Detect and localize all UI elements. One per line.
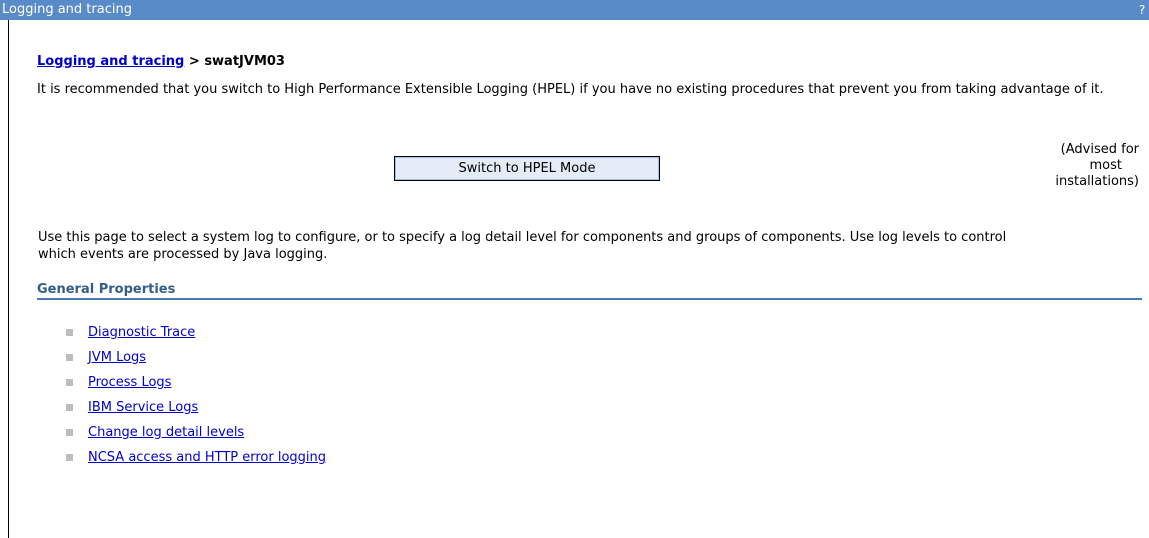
switch-to-hpel-button[interactable]: Switch to HPEL Mode <box>394 156 660 181</box>
advice-line-2: most <box>1089 158 1123 173</box>
bullet-icon <box>66 404 73 411</box>
change-log-detail-levels-link[interactable]: Change log detail levels <box>88 425 244 440</box>
help-icon[interactable]: ? <box>1135 0 1149 20</box>
section-divider <box>37 298 1142 300</box>
general-properties-list: Diagnostic Trace JVM Logs Process Logs I… <box>66 320 326 470</box>
list-item: Diagnostic Trace <box>66 320 326 345</box>
bullet-icon <box>66 429 73 436</box>
list-item: Change log detail levels <box>66 420 326 445</box>
breadcrumb: Logging and tracing > swatJVM03 <box>37 54 285 69</box>
list-item: JVM Logs <box>66 345 326 370</box>
frame-divider <box>8 20 9 538</box>
ibm-service-logs-link[interactable]: IBM Service Logs <box>88 400 198 415</box>
advice-line-1: (Advised for <box>1060 142 1139 157</box>
diagnostic-trace-link[interactable]: Diagnostic Trace <box>88 325 195 340</box>
bullet-icon <box>66 379 73 386</box>
general-properties-heading: General Properties <box>37 282 176 297</box>
list-item: NCSA access and HTTP error logging <box>66 445 326 470</box>
breadcrumb-link-logging-and-tracing[interactable]: Logging and tracing <box>37 54 184 69</box>
list-item: Process Logs <box>66 370 326 395</box>
page-description: Use this page to select a system log to … <box>38 230 1007 262</box>
advice-line-3: installations) <box>1055 174 1139 189</box>
ncsa-access-http-error-logging-link[interactable]: NCSA access and HTTP error logging <box>88 450 326 465</box>
list-item: IBM Service Logs <box>66 395 326 420</box>
title-bar: Logging and tracing ? <box>0 0 1149 20</box>
hpel-advice-note: (Advised for most installations) <box>1010 142 1139 190</box>
hpel-recommendation-text: It is recommended that you switch to Hig… <box>37 82 1104 97</box>
process-logs-link[interactable]: Process Logs <box>88 375 171 390</box>
jvm-logs-link[interactable]: JVM Logs <box>88 350 146 365</box>
breadcrumb-separator: > <box>188 54 205 69</box>
bullet-icon <box>66 329 73 336</box>
breadcrumb-current: swatJVM03 <box>204 54 285 69</box>
window-title: Logging and tracing <box>2 2 132 17</box>
bullet-icon <box>66 354 73 361</box>
bullet-icon <box>66 454 73 461</box>
